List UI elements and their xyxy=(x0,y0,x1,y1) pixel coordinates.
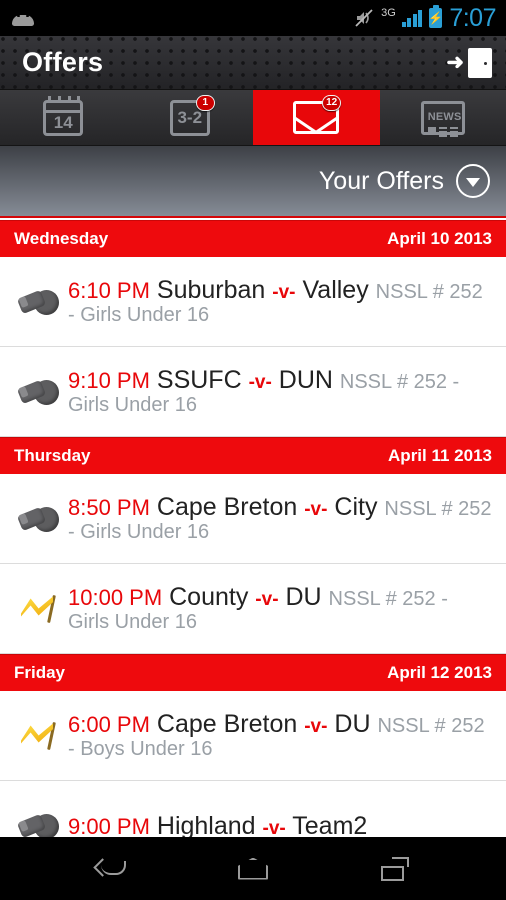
home-team: Suburban xyxy=(156,276,266,304)
away-team: DUN xyxy=(278,366,333,394)
recent-apps-icon xyxy=(381,856,409,881)
day-name: Friday xyxy=(14,663,66,682)
status-bar-clock: 7:07 xyxy=(449,3,496,32)
status-badge: 12 xyxy=(322,94,342,111)
day-header: Friday April 12 2013 xyxy=(0,654,506,691)
filter-label: Your Offers xyxy=(318,166,444,195)
versus-label: -v- xyxy=(255,589,279,610)
game-time: 10:00 PM xyxy=(68,585,163,610)
offers-filter-bar[interactable]: Your Offers xyxy=(0,146,506,218)
home-team: Cape Breton xyxy=(156,710,298,738)
game-time: 9:10 PM xyxy=(68,368,150,393)
tab-calendar[interactable]: 14 xyxy=(0,90,127,145)
home-team: County xyxy=(169,583,249,611)
away-team: DU xyxy=(285,583,322,611)
game-time: 8:50 PM xyxy=(68,495,150,520)
versus-label: -v- xyxy=(262,817,286,838)
away-team: DU xyxy=(334,710,371,738)
day-name: Wednesday xyxy=(14,229,109,248)
day-header: Wednesday April 10 2013 xyxy=(0,220,506,257)
day-date: April 11 2013 xyxy=(388,446,492,465)
status-bar-notifications xyxy=(12,11,34,26)
day-date: April 10 2013 xyxy=(387,229,492,248)
chevron-down-icon[interactable] xyxy=(456,164,490,198)
signal-bars-icon xyxy=(401,9,423,27)
offer-row[interactable]: 6:10 PM Suburban -v- Valley NSSL # 252 -… xyxy=(0,257,506,347)
status-bar-system-icons: 3G ⚡ 7:07 xyxy=(354,3,496,32)
exit-door-icon xyxy=(468,47,492,78)
offers-list[interactable]: Wednesday April 10 2013 6:10 PM Suburban… xyxy=(0,220,506,837)
home-team: SSUFC xyxy=(156,366,242,394)
home-team: Cape Breton xyxy=(156,493,298,521)
tab-offers[interactable]: 12 xyxy=(253,90,380,145)
versus-label: -v- xyxy=(304,716,328,737)
flag-icon xyxy=(14,593,66,625)
offer-row[interactable]: 9:00 PM Highland -v- Team2 xyxy=(0,781,506,837)
game-time: 6:10 PM xyxy=(68,278,150,303)
flag-icon xyxy=(14,720,66,752)
day-date: April 12 2013 xyxy=(387,663,492,682)
day-header: Thursday April 11 2013 xyxy=(0,437,506,474)
battery-charging-icon: ⚡ xyxy=(428,5,443,28)
offer-row[interactable]: 8:50 PM Cape Breton -v- City NSSL # 252 … xyxy=(0,474,506,564)
volume-mute-icon xyxy=(354,8,374,28)
status-bar: 3G ⚡ 7:07 xyxy=(0,0,506,36)
tab-scores[interactable]: 3-2 1 xyxy=(127,90,254,145)
game-time: 6:00 PM xyxy=(68,712,150,737)
day-name: Thursday xyxy=(14,446,91,465)
away-team: Valley xyxy=(302,276,369,304)
tab-news[interactable]: NEWS xyxy=(380,90,506,145)
exit-button[interactable]: ➜ xyxy=(446,47,492,78)
offer-row[interactable]: 9:10 PM SSUFC -v- DUN NSSL # 252 - Girls… xyxy=(0,347,506,437)
calendar-day-number: 14 xyxy=(53,112,73,132)
game-time: 9:00 PM xyxy=(68,813,150,837)
status-badge: 1 xyxy=(195,94,215,111)
scores-icon: 3-2 1 xyxy=(163,94,217,138)
arrow-right-icon: ➜ xyxy=(446,51,464,74)
offer-row[interactable]: 6:00 PM Cape Breton -v- DU NSSL # 252 - … xyxy=(0,691,506,781)
whistle-icon xyxy=(14,504,66,534)
away-team: Team2 xyxy=(292,811,368,838)
android-droid-icon xyxy=(12,11,34,26)
news-label: NEWS xyxy=(427,110,462,123)
back-arrow-icon xyxy=(96,858,126,880)
whistle-icon xyxy=(14,377,66,407)
calendar-icon: 14 xyxy=(36,95,90,138)
versus-label: -v- xyxy=(272,282,296,303)
app-title-bar: Offers ➜ xyxy=(0,36,506,90)
back-button[interactable] xyxy=(76,847,146,891)
recents-button[interactable] xyxy=(360,847,430,891)
versus-label: -v- xyxy=(304,499,328,520)
versus-label: -v- xyxy=(248,372,272,393)
away-team: City xyxy=(334,493,378,521)
mail-envelope-icon: 12 xyxy=(289,94,343,138)
whistle-icon xyxy=(14,811,66,837)
android-nav-bar xyxy=(0,837,506,900)
whistle-icon xyxy=(14,287,66,317)
home-button[interactable] xyxy=(218,847,288,891)
offer-row[interactable]: 10:00 PM County -v- DU NSSL # 252 - Girl… xyxy=(0,564,506,654)
page-title: Offers xyxy=(22,47,104,77)
home-team: Highland xyxy=(156,811,256,838)
news-icon: NEWS xyxy=(416,98,470,138)
app-screen: 3G ⚡ 7:07 Offers ➜ 14 3-2 1 12 NEWS Your… xyxy=(0,0,506,900)
home-icon xyxy=(238,857,268,880)
tab-bar: 14 3-2 1 12 NEWS xyxy=(0,90,506,146)
network-type-label: 3G xyxy=(381,7,396,19)
